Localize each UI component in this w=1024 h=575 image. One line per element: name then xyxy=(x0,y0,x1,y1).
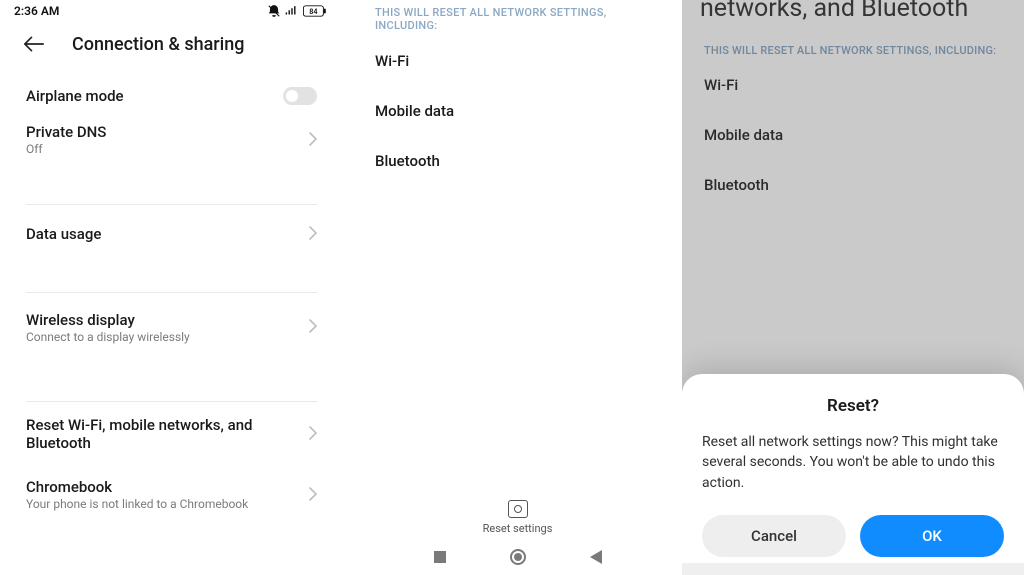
reset-icon xyxy=(508,500,528,518)
row-reset-network[interactable]: Reset Wi-Fi, mobile networks, and Blueto… xyxy=(26,402,317,468)
row-subtitle: Connect to a display wirelessly xyxy=(26,330,301,346)
page-title: Connection & sharing xyxy=(72,34,245,55)
ok-button[interactable]: OK xyxy=(860,515,1004,557)
row-airplane-mode[interactable]: Airplane mode xyxy=(26,65,317,119)
battery-level: 84 xyxy=(309,7,317,16)
confirm-pane: networks, and Bluetooth THIS WILL RESET … xyxy=(682,0,1024,575)
page-header: Connection & sharing xyxy=(0,18,341,65)
row-subtitle: Off xyxy=(26,142,301,158)
chevron-right-icon xyxy=(309,225,317,244)
row-data-usage[interactable]: Data usage xyxy=(26,205,317,293)
navigation-bar xyxy=(353,549,682,565)
signal-icon xyxy=(285,5,299,17)
back-button[interactable] xyxy=(24,36,42,54)
chevron-right-icon xyxy=(309,318,317,337)
dialog-title: Reset? xyxy=(702,396,1004,416)
cancel-button[interactable]: Cancel xyxy=(702,515,846,557)
status-time: 2:36 AM xyxy=(14,4,59,18)
reset-list: Wi-Fi Mobile data Bluetooth xyxy=(353,32,682,222)
reset-confirm-dialog: Reset? Reset all network settings now? T… xyxy=(682,374,1024,575)
reset-pane: THIS WILL RESET ALL NETWORK SETTINGS, IN… xyxy=(341,0,682,575)
row-wireless-display[interactable]: Wireless display Connect to a display wi… xyxy=(26,293,317,403)
dialog-actions: Cancel OK xyxy=(702,515,1004,557)
chevron-right-icon xyxy=(309,131,317,150)
reset-item-wifi: Wi-Fi xyxy=(375,52,660,70)
reset-item-mobiledata: Mobile data xyxy=(375,102,660,120)
reset-caption: THIS WILL RESET ALL NETWORK SETTINGS, IN… xyxy=(353,0,682,32)
nav-back-icon[interactable] xyxy=(590,550,602,564)
battery-icon: 84 xyxy=(303,5,327,17)
status-right: 84 xyxy=(267,4,327,18)
dialog-message: Reset all network settings now? This mig… xyxy=(702,432,1004,493)
airplane-toggle[interactable] xyxy=(283,87,317,105)
row-title: Wireless display xyxy=(26,311,301,329)
row-title: Airplane mode xyxy=(26,87,275,105)
reset-settings-button[interactable]: Reset settings xyxy=(353,500,682,535)
reset-item-bluetooth: Bluetooth xyxy=(375,152,660,170)
chevron-right-icon xyxy=(309,486,317,505)
row-title: Reset Wi-Fi, mobile networks, and Blueto… xyxy=(26,416,301,452)
dnd-icon xyxy=(267,4,281,18)
settings-pane: 2:36 AM 84 Connection & sharing Ai xyxy=(0,0,341,575)
bottom-shade xyxy=(682,563,1024,575)
settings-list: Airplane mode Private DNS Off Data usage… xyxy=(0,65,341,535)
row-private-dns[interactable]: Private DNS Off xyxy=(26,119,317,205)
row-subtitle: Your phone is not linked to a Chromebook xyxy=(26,497,301,513)
reset-button-label: Reset settings xyxy=(353,522,682,535)
row-chromebook[interactable]: Chromebook Your phone is not linked to a… xyxy=(26,468,317,535)
row-title: Private DNS xyxy=(26,123,301,141)
chevron-right-icon xyxy=(309,425,317,444)
status-bar: 2:36 AM 84 xyxy=(0,0,341,18)
nav-recents-icon[interactable] xyxy=(434,551,446,563)
row-title: Chromebook xyxy=(26,478,301,496)
nav-home-icon[interactable] xyxy=(510,549,526,565)
row-title: Data usage xyxy=(26,225,301,243)
